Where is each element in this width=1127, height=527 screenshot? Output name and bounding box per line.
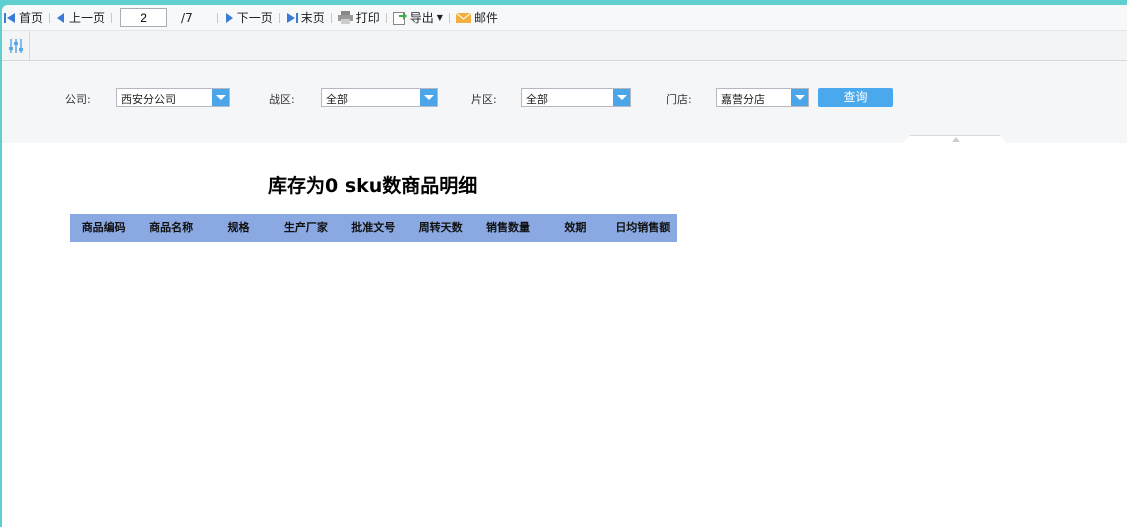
last-page-button[interactable]: 末页	[286, 9, 325, 26]
export-label: 导出	[409, 11, 434, 25]
column-header: 周转天数	[418, 221, 463, 234]
area-value: 全部	[526, 93, 548, 106]
mail-label: 邮件	[473, 11, 498, 25]
parameter-tab-bar	[2, 31, 1127, 61]
store-value: 嘉营分店	[721, 93, 765, 106]
toolbar: 首页 上一页 /7 下一页 末页 打印 导出▼ 邮件	[2, 5, 1127, 31]
table-header: 商品编码 商品名称 规格 生产厂家 批准文号 周转天数 销售数量 效期 日均销售…	[70, 214, 677, 242]
divider	[385, 12, 387, 23]
company-select[interactable]: 西安分公司	[116, 88, 230, 107]
parameter-toggle-button[interactable]	[2, 31, 30, 61]
total-pages: /7	[181, 10, 193, 25]
filter-panel: 公司: 西安分公司 战区: 全部 片区: 全部 门店: 嘉营分店 查询	[2, 61, 1127, 143]
next-page-icon	[225, 12, 233, 23]
area-label: 片区:	[471, 93, 497, 106]
column-header: 日均销售额	[615, 221, 671, 234]
query-button[interactable]: 查询	[818, 88, 893, 107]
printer-icon	[337, 11, 353, 24]
collapse-panel-handle[interactable]	[902, 135, 1008, 143]
divider	[111, 12, 113, 23]
mail-button[interactable]: 邮件	[455, 9, 498, 26]
first-page-button[interactable]: 首页	[4, 9, 43, 26]
column-header: 批准文号	[351, 221, 396, 234]
divider	[448, 12, 450, 23]
page-number-input[interactable]	[120, 8, 168, 27]
store-select[interactable]: 嘉营分店	[716, 88, 809, 107]
first-page-icon	[4, 12, 15, 23]
divider	[49, 12, 51, 23]
export-icon	[392, 12, 407, 25]
next-page-label: 下一页	[236, 11, 273, 25]
column-header: 商品名称	[149, 221, 194, 234]
print-label: 打印	[355, 11, 380, 25]
dropdown-arrow-icon[interactable]	[420, 89, 437, 106]
column-header: 效期	[564, 221, 587, 234]
dropdown-arrow-icon[interactable]	[613, 89, 630, 106]
report-viewer: 首页 上一页 /7 下一页 末页 打印 导出▼ 邮件 公司: 西安分公司 战区:…	[2, 5, 1127, 527]
war-zone-select[interactable]: 全部	[321, 88, 438, 107]
prev-page-button[interactable]: 上一页	[56, 9, 105, 26]
divider	[278, 12, 280, 23]
column-header: 生产厂家	[283, 221, 328, 234]
column-header: 商品编码	[81, 221, 126, 234]
export-button[interactable]: 导出 ▼	[392, 9, 443, 26]
area-select[interactable]: 全部	[521, 88, 631, 107]
company-label: 公司:	[65, 93, 91, 106]
report-title: 库存为0 sku数商品明细	[268, 175, 478, 197]
store-label: 门店:	[666, 93, 692, 106]
first-page-label: 首页	[19, 11, 44, 25]
column-header: 销售数量	[486, 221, 531, 234]
mail-icon	[455, 12, 471, 23]
last-page-label: 末页	[300, 11, 325, 25]
dropdown-arrow-icon[interactable]	[212, 89, 229, 106]
divider	[216, 12, 218, 23]
dropdown-arrow-icon[interactable]	[791, 89, 808, 106]
caret-down-icon: ▼	[436, 13, 443, 22]
divider	[330, 12, 332, 23]
sliders-icon	[8, 39, 23, 53]
prev-page-icon	[57, 12, 65, 23]
last-page-icon	[286, 12, 298, 23]
print-button[interactable]: 打印	[337, 9, 380, 26]
war-zone-value: 全部	[326, 93, 348, 106]
column-header: 规格	[227, 221, 250, 234]
next-page-button[interactable]: 下一页	[224, 9, 273, 26]
company-value: 西安分公司	[121, 93, 176, 106]
war-zone-label: 战区:	[269, 93, 295, 106]
prev-page-label: 上一页	[69, 11, 106, 25]
